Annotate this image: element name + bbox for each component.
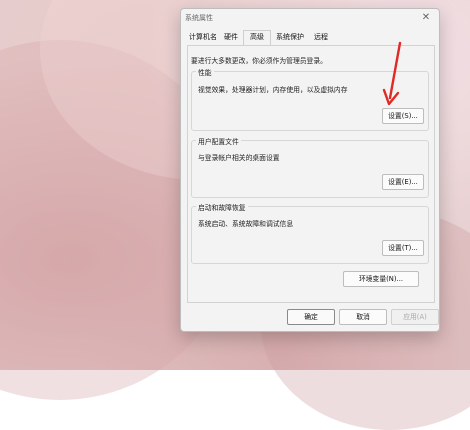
user-profiles-title: 用户配置文件 (196, 136, 241, 146)
dialog-footer: 确定 取消 应用(A) (181, 301, 439, 331)
startup-recovery-group: 启动和故障恢复 系统启动、系统故障和调试信息 设置(T)... (191, 202, 429, 264)
performance-settings-button[interactable]: 设置(S)... (382, 108, 424, 124)
tab-computer-name[interactable]: 计算机名 (187, 31, 219, 44)
close-button[interactable]: ✕ (419, 11, 433, 25)
annotation-arrow-icon (382, 41, 402, 106)
ok-button[interactable]: 确定 (287, 309, 335, 325)
cancel-button[interactable]: 取消 (339, 309, 387, 325)
startup-recovery-description: 系统启动、系统故障和调试信息 (198, 220, 294, 228)
user-profiles-settings-button[interactable]: 设置(E)... (382, 174, 424, 190)
tab-remote[interactable]: 远程 (310, 31, 332, 44)
apply-button[interactable]: 应用(A) (391, 309, 439, 325)
user-profiles-description: 与登录帐户相关的桌面设置 (198, 154, 280, 162)
startup-recovery-title: 启动和故障恢复 (196, 202, 248, 212)
performance-description: 视觉效果，处理器计划，内存使用，以及虚拟内存 (198, 86, 348, 94)
dialog-title: 系统属性 (185, 14, 213, 22)
tab-advanced[interactable]: 高级 (243, 30, 271, 46)
performance-title: 性能 (196, 67, 214, 77)
admin-note: 要进行大多数更改，你必须作为管理员登录。 (191, 57, 327, 65)
close-icon: ✕ (421, 12, 431, 23)
startup-recovery-settings-button[interactable]: 设置(T)... (382, 240, 424, 256)
environment-variables-button[interactable]: 环境变量(N)... (343, 271, 419, 287)
user-profiles-group: 用户配置文件 与登录帐户相关的桌面设置 设置(E)... (191, 136, 429, 198)
tab-system-protection[interactable]: 系统保护 (271, 31, 309, 44)
title-bar: 系统属性 ✕ (181, 9, 439, 27)
tab-hardware[interactable]: 硬件 (220, 31, 242, 44)
